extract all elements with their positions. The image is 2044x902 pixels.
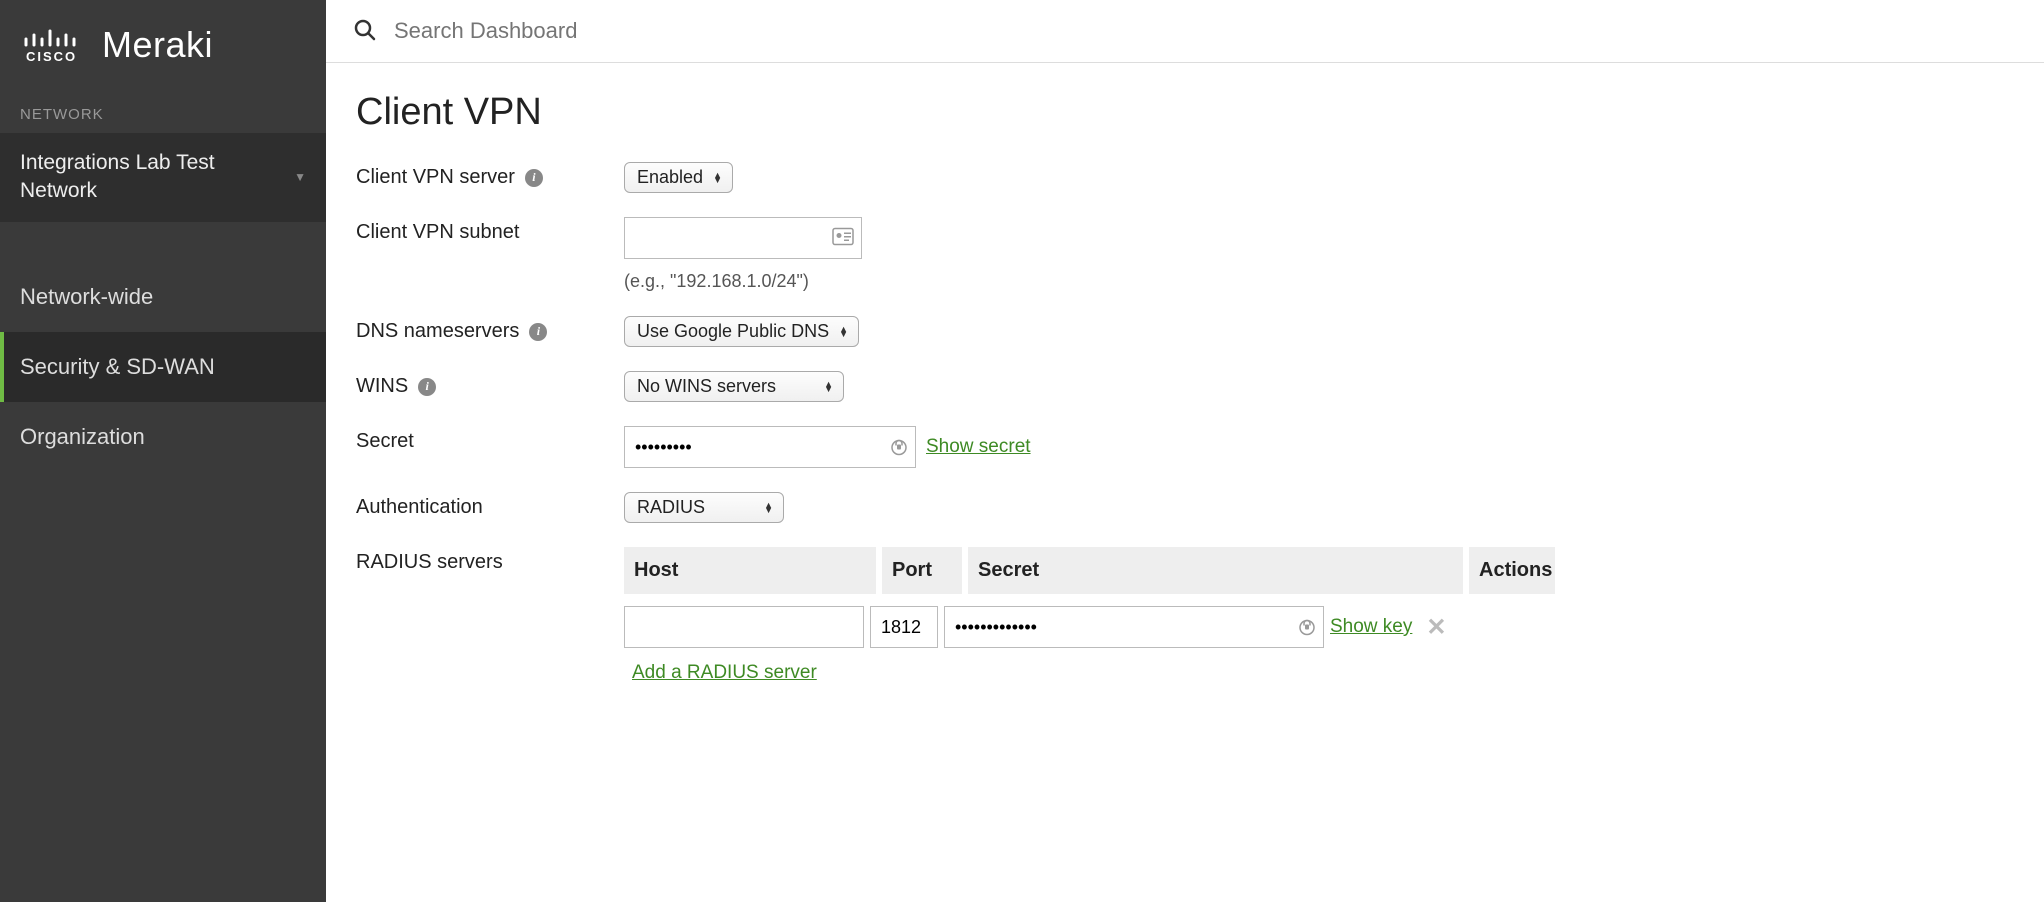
logo-area: CISCO Meraki [0,0,326,94]
meraki-brand-text: Meraki [102,24,213,66]
nav-organization[interactable]: Organization [0,402,326,472]
radius-table-row: Show key ✕ [624,606,2014,648]
select-arrows-icon: ▲▼ [824,382,833,392]
info-icon[interactable]: i [418,378,436,396]
label-authentication: Authentication [356,496,483,519]
contact-card-icon [832,228,854,249]
lock-icon [890,436,908,459]
th-host: Host [624,547,876,594]
select-dns-value: Use Google Public DNS [637,321,829,342]
input-radius-host[interactable] [624,606,864,648]
select-dns[interactable]: Use Google Public DNS ▲▼ [624,316,859,347]
cisco-logo-icon: CISCO [22,25,84,66]
nav-security-sdwan[interactable]: Security & SD-WAN [0,332,326,402]
label-vpn-subnet: Client VPN subnet [356,221,519,244]
select-arrows-icon: ▲▼ [839,327,848,337]
th-actions: Actions [1469,547,1555,594]
input-vpn-subnet[interactable] [624,217,862,259]
label-secret: Secret [356,430,414,453]
label-dns: DNS nameservers [356,320,519,343]
th-port: Port [882,547,962,594]
page-title: Client VPN [356,91,2014,134]
select-authentication[interactable]: RADIUS ▲▼ [624,492,784,523]
search-input[interactable] [394,18,2016,44]
show-secret-link[interactable]: Show secret [926,436,1031,458]
label-vpn-server: Client VPN server [356,166,515,189]
input-secret[interactable] [624,426,916,468]
sidebar-section-label: NETWORK [0,94,326,133]
select-vpn-server[interactable]: Enabled ▲▼ [624,162,733,193]
select-arrows-icon: ▲▼ [713,173,722,183]
add-radius-server-link[interactable]: Add a RADIUS server [632,662,817,683]
select-wins[interactable]: No WINS servers ▲▼ [624,371,844,402]
radius-table-header: Host Port Secret Actions [624,547,2014,594]
input-radius-port[interactable] [870,606,938,648]
input-radius-secret[interactable] [944,606,1324,648]
network-selector[interactable]: Integrations Lab Test Network ▼ [0,133,326,222]
select-authentication-value: RADIUS [637,497,705,518]
svg-text:CISCO: CISCO [26,49,77,63]
select-vpn-server-value: Enabled [637,167,703,188]
select-arrows-icon: ▲▼ [764,503,773,513]
info-icon[interactable]: i [529,323,547,341]
main-content: Client VPN Client VPN server i Enabled ▲… [326,0,2044,902]
chevron-down-icon: ▼ [294,170,306,184]
search-bar [326,0,2044,63]
th-secret: Secret [968,547,1463,594]
lock-icon [1298,616,1316,639]
label-radius-servers: RADIUS servers [356,551,503,574]
subnet-hint: (e.g., "192.168.1.0/24") [624,271,2014,292]
label-wins: WINS [356,375,408,398]
search-icon[interactable] [354,19,376,44]
show-key-link[interactable]: Show key [1330,616,1412,638]
remove-row-button[interactable]: ✕ [1418,613,1454,642]
select-wins-value: No WINS servers [637,376,776,397]
network-selector-text: Integrations Lab Test Network [20,149,294,206]
info-icon[interactable]: i [525,169,543,187]
sidebar: CISCO Meraki NETWORK Integrations Lab Te… [0,0,326,902]
nav-network-wide[interactable]: Network-wide [0,262,326,332]
